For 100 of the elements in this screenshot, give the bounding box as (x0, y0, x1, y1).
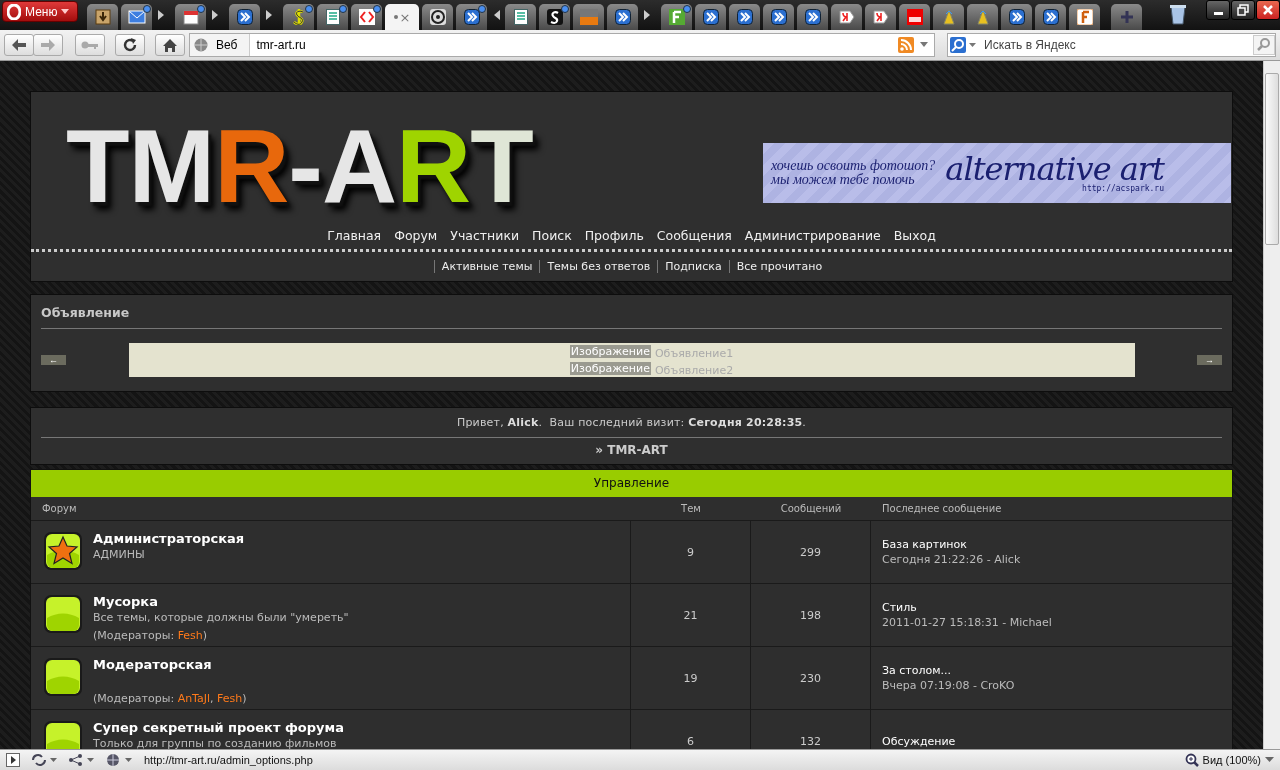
speed-dial-icon (463, 9, 480, 25)
browser-tab[interactable] (422, 4, 453, 30)
subnav-link[interactable]: Темы без ответов (539, 260, 658, 273)
browser-tab[interactable] (797, 4, 828, 30)
last-post-title[interactable]: База картинок (882, 538, 967, 551)
browser-tab[interactable] (87, 4, 118, 30)
moderator-link[interactable]: Fesh (217, 692, 243, 705)
stack-expand-icon[interactable] (266, 10, 272, 20)
key-icon (81, 40, 99, 50)
topic-count: 6 (687, 734, 694, 748)
search-field[interactable]: Искать в Яндекс (947, 33, 1276, 57)
close-button[interactable] (1256, 0, 1280, 20)
address-input[interactable]: tmr-art.ru (250, 38, 898, 52)
close-tab-button[interactable]: × (399, 9, 411, 25)
scrollbar[interactable] (1263, 61, 1280, 749)
nav-link[interactable]: Участники (450, 228, 520, 243)
nav-link[interactable]: Выход (893, 228, 936, 243)
back-button[interactable] (4, 34, 34, 56)
forum-title[interactable]: Супер секретный проект форума (93, 720, 344, 735)
nav-link[interactable]: Сообщения (656, 228, 732, 243)
address-field[interactable]: Веб tmr-art.ru (189, 33, 935, 57)
last-post-title[interactable]: Обсуждение (882, 734, 956, 748)
restore-button[interactable] (1231, 0, 1255, 20)
category-bar: Управление (30, 469, 1233, 497)
browser-tab[interactable] (175, 4, 206, 30)
cone-icon (975, 8, 990, 26)
speed-dial-icon (770, 9, 787, 25)
zoom-label[interactable]: Вид (100%) (1184, 753, 1274, 767)
browser-tab[interactable] (763, 4, 794, 30)
moderator-link[interactable]: AnTaJl (177, 692, 211, 705)
page-icon (513, 9, 528, 25)
previous-button[interactable]: ← (41, 355, 66, 365)
browser-tab[interactable]: × (385, 4, 419, 30)
browser-tab[interactable] (456, 4, 487, 30)
forum-title[interactable]: Мусорка (93, 594, 349, 609)
panel-toggle-icon[interactable] (6, 753, 20, 767)
home-button[interactable] (155, 34, 185, 56)
image-alt-text: Изображение (569, 345, 651, 358)
forum-title[interactable]: Модераторская (93, 657, 247, 672)
menu-button[interactable]: Меню (2, 1, 78, 22)
site-logo[interactable]: TMR-ART (66, 114, 533, 222)
dropdown-caret-icon[interactable] (919, 42, 929, 48)
subnav-link[interactable]: Активные темы (433, 260, 540, 273)
browser-tab[interactable] (1035, 4, 1066, 30)
browser-tab[interactable] (661, 4, 692, 30)
web-mode-label[interactable]: Веб (190, 34, 251, 56)
column-header: Сообщений (751, 497, 871, 521)
sync-icon[interactable] (30, 753, 58, 767)
moderator-link[interactable]: Fesh (177, 629, 203, 642)
browser-tab[interactable] (1069, 4, 1100, 30)
browser-tab[interactable] (539, 4, 570, 30)
trash-icon[interactable] (1169, 3, 1187, 25)
browser-tab[interactable] (899, 4, 930, 30)
share-icon[interactable] (68, 753, 96, 767)
browser-tab[interactable] (283, 4, 314, 30)
status-url: http://tmr-art.ru/admin_options.php (144, 754, 313, 766)
subnav-link[interactable]: Подписка (657, 260, 729, 273)
forum-title[interactable]: Администраторская (93, 531, 245, 546)
nav-link[interactable]: Форум (394, 228, 438, 243)
notification-dot (478, 5, 486, 13)
speed-dial-icon (1008, 9, 1025, 25)
nav-link[interactable]: Администрирование (744, 228, 881, 243)
stack-expand-icon[interactable] (212, 10, 218, 20)
caret-icon (61, 9, 70, 14)
speed-dial-icon (736, 9, 753, 25)
new-tab-button[interactable] (1111, 4, 1142, 30)
browser-tab[interactable] (351, 4, 382, 30)
image-alt-text: Изображение (569, 362, 651, 375)
browser-tab[interactable] (607, 4, 638, 30)
banner-text: мы можем тебе помочь (771, 173, 915, 187)
nav-link[interactable]: Профиль (584, 228, 644, 243)
column-header: Последнее сообщение (871, 497, 1232, 521)
announcement-title: Объявление (41, 305, 1222, 329)
subnav-link[interactable]: Все прочитано (728, 260, 830, 273)
last-post-meta: Вчера 07:19:08 - CroKO (882, 679, 1015, 692)
notification-dot (373, 5, 381, 13)
browser-tab[interactable] (729, 4, 760, 30)
browser-tab[interactable] (229, 4, 260, 30)
browser-tab[interactable] (865, 4, 896, 30)
nav-link[interactable]: Поиск (532, 228, 572, 243)
browser-tab[interactable] (831, 4, 862, 30)
stack-expand-icon[interactable] (158, 10, 164, 20)
next-button[interactable]: → (1197, 355, 1222, 365)
globe-icon (194, 38, 208, 52)
stack-expand-icon[interactable] (644, 10, 650, 20)
reload-button[interactable] (115, 34, 145, 56)
favicon-icon (291, 9, 306, 25)
breadcrumb[interactable]: » TMR-ART (41, 438, 1222, 460)
browser-tab[interactable] (505, 4, 536, 30)
browser-tab[interactable] (1001, 4, 1032, 30)
nav-link[interactable]: Главная (327, 228, 382, 243)
last-post-title[interactable]: За столом... (882, 664, 952, 677)
opera-logo-icon (7, 3, 21, 20)
search-engine-icon[interactable] (948, 36, 978, 54)
search-icon[interactable] (1253, 35, 1275, 55)
last-post-title[interactable]: Стиль (882, 601, 917, 614)
browser-tab[interactable] (317, 4, 348, 30)
browser-tab[interactable] (695, 4, 726, 30)
minimize-button[interactable] (1206, 0, 1230, 20)
globe-icon[interactable] (106, 753, 134, 767)
